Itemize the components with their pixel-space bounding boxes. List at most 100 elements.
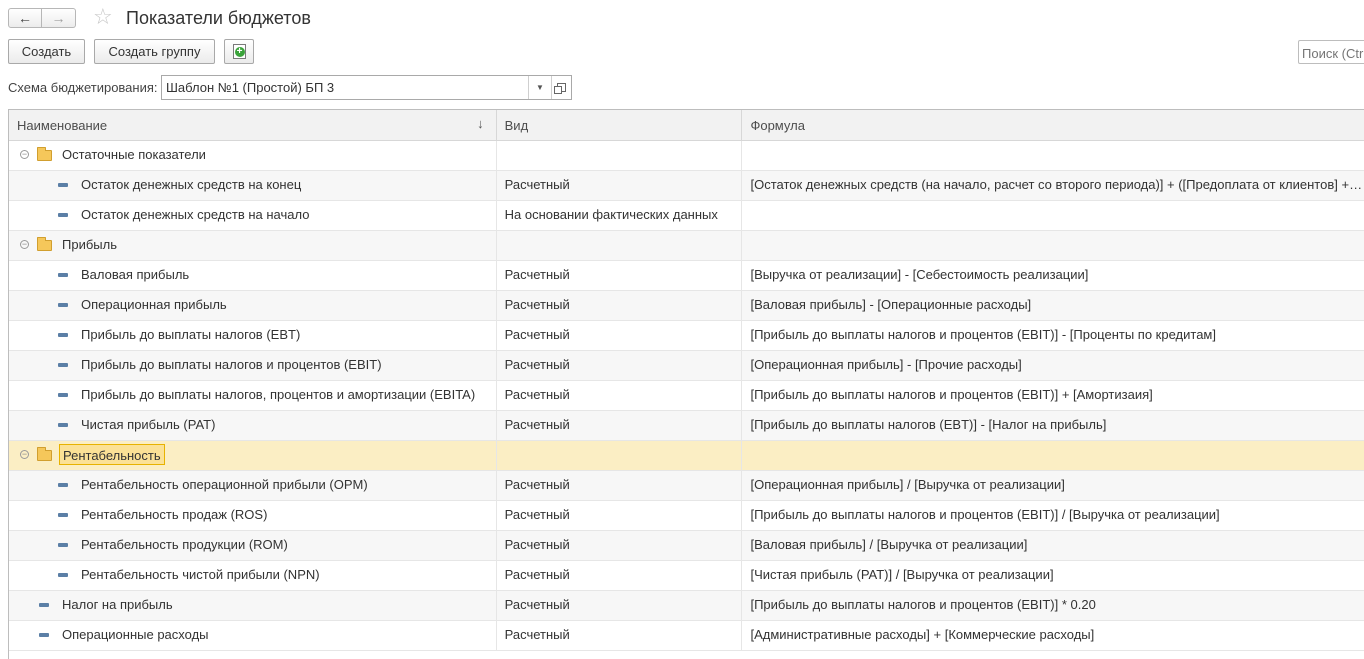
formula-cell[interactable]: [Остаток денежных средств (на начало, ра… — [742, 171, 1364, 200]
table-group-row[interactable]: − Остаточные показатели — [9, 141, 1364, 171]
name-cell[interactable]: Остаток денежных средств на конец — [9, 171, 497, 200]
schema-value[interactable]: Шаблон №1 (Простой) БП 3 — [162, 76, 528, 99]
column-header-type[interactable]: Вид — [497, 110, 743, 140]
name-cell[interactable]: Остаток денежных средств на начало — [9, 201, 497, 230]
formula-cell[interactable]: [Прибыль до выплаты налогов и процентов … — [742, 591, 1364, 620]
table-row[interactable]: Рентабельность чистой прибыли (NPN) Расче… — [9, 561, 1364, 591]
column-header-name-label: Наименование — [17, 118, 108, 133]
name-cell[interactable]: Чистая прибыль (PAT) — [9, 411, 497, 440]
type-cell[interactable]: Расчетный — [497, 621, 743, 650]
type-cell[interactable] — [497, 231, 743, 260]
name-cell[interactable]: Рентабельность чистой прибыли (NPN) — [9, 561, 497, 590]
formula-cell[interactable] — [742, 231, 1364, 260]
name-cell[interactable]: Прибыль до выплаты налогов (EBT) — [9, 321, 497, 350]
collapse-toggle-icon[interactable]: − — [20, 240, 29, 249]
forward-button[interactable]: → — [42, 8, 76, 28]
table-group-row[interactable]: − Прибыль — [9, 231, 1364, 261]
formula-cell[interactable]: [Прибыль до выплаты налогов и процентов … — [742, 321, 1364, 350]
folder-icon — [37, 447, 52, 461]
type-cell[interactable]: Расчетный — [497, 351, 743, 380]
formula-cell[interactable]: [Прибыль до выплаты налогов и процентов … — [742, 381, 1364, 410]
page-title: Показатели бюджетов — [126, 8, 311, 28]
formula-cell[interactable] — [742, 441, 1364, 470]
name-cell[interactable]: Валовая прибыль — [9, 261, 497, 290]
type-cell[interactable]: Расчетный — [497, 381, 743, 410]
copy-button[interactable] — [224, 39, 254, 64]
formula-cell[interactable] — [742, 201, 1364, 230]
table-row[interactable]: Операционная прибыль Расчетный [Валовая пр… — [9, 291, 1364, 321]
type-cell[interactable]: Расчетный — [497, 501, 743, 530]
type-cell[interactable]: Расчетный — [497, 261, 743, 290]
name-cell[interactable]: Прибыль до выплаты налогов и процентов (… — [9, 351, 497, 380]
type-cell[interactable] — [497, 441, 743, 470]
type-cell[interactable]: Расчетный — [497, 291, 743, 320]
search-input[interactable] — [1298, 40, 1364, 64]
row-name: Рентабельность чистой прибыли (NPN) — [81, 567, 320, 582]
collapse-toggle-icon[interactable]: − — [20, 150, 29, 159]
schema-dropdown-button[interactable]: ▼ — [528, 76, 551, 99]
row-name: Остаток денежных средств на начало — [81, 207, 310, 222]
row-name: Прибыль до выплаты налогов, процентов и … — [81, 387, 476, 402]
indicator-item-icon — [58, 513, 68, 517]
type-cell[interactable]: Расчетный — [497, 411, 743, 440]
formula-cell[interactable]: [Административные расходы] + [Коммерческ… — [742, 621, 1364, 650]
formula-cell[interactable]: [Операционная прибыль] - [Прочие расходы… — [742, 351, 1364, 380]
formula-cell[interactable]: [Операционная прибыль] / [Выручка от реа… — [742, 471, 1364, 500]
formula-cell[interactable]: [Валовая прибыль] - [Операционные расход… — [742, 291, 1364, 320]
name-cell[interactable]: Рентабельность операционной прибыли (OPM… — [9, 471, 497, 500]
table-row[interactable]: Остаток денежных средств на конец Расчетн… — [9, 171, 1364, 201]
table-row[interactable]: Прибыль до выплаты налогов и процентов (… — [9, 351, 1364, 381]
copy-icon — [232, 44, 246, 59]
name-cell[interactable]: Операционная прибыль — [9, 291, 497, 320]
name-cell[interactable]: Рентабельность продаж (ROS) — [9, 501, 497, 530]
type-cell[interactable]: Расчетный — [497, 561, 743, 590]
table-row[interactable]: Налог на прибыль Расчетный [Прибыль до вып… — [9, 591, 1364, 621]
open-window-icon — [554, 83, 566, 94]
formula-cell[interactable]: [Валовая прибыль] / [Выручка от реализац… — [742, 531, 1364, 560]
type-cell[interactable]: Расчетный — [497, 531, 743, 560]
indicator-item-icon — [58, 183, 68, 187]
name-cell[interactable]: − Прибыль — [9, 231, 497, 260]
formula-cell[interactable]: [Прибыль до выплаты налогов и процентов … — [742, 501, 1364, 530]
name-cell[interactable]: − Остаточные показатели — [9, 141, 497, 170]
table-group-row[interactable]: − Рентабельность — [9, 441, 1364, 471]
type-cell[interactable]: Расчетный — [497, 171, 743, 200]
formula-cell[interactable]: [Чистая прибыль (PAT)] / [Выручка от реа… — [742, 561, 1364, 590]
formula-cell[interactable]: [Выручка от реализации] - [Себестоимость… — [742, 261, 1364, 290]
name-cell[interactable]: Операционные расходы — [9, 621, 497, 650]
name-cell[interactable]: Налог на прибыль — [9, 591, 497, 620]
create-button[interactable]: Создать — [8, 39, 85, 64]
schema-select[interactable]: Шаблон №1 (Простой) БП 3 ▼ — [161, 75, 572, 100]
table-row[interactable]: Рентабельность продукции (ROM) Расчетный[… — [9, 531, 1364, 561]
column-header-name[interactable]: Наименование ↓ — [9, 110, 497, 140]
table-row[interactable]: Операционные расходы Расчетный [Администра… — [9, 621, 1364, 651]
table-row[interactable]: Рентабельность операционной прибыли (OPM… — [9, 471, 1364, 501]
table-row[interactable]: Рентабельность продаж (ROS) Расчетный [При… — [9, 501, 1364, 531]
back-button[interactable]: ← — [8, 8, 42, 28]
indicator-item-icon — [58, 483, 68, 487]
favorite-star-icon[interactable]: ☆ — [93, 5, 113, 29]
table-row[interactable]: Валовая прибыль Расчетный [Выручка от реал… — [9, 261, 1364, 291]
type-cell[interactable]: Расчетный — [497, 471, 743, 500]
column-header-formula[interactable]: Формула — [742, 110, 1364, 140]
collapse-toggle-icon[interactable]: − — [20, 450, 29, 459]
folder-icon — [37, 237, 52, 251]
indicator-item-icon — [39, 603, 49, 607]
schema-label: Схема бюджетирования: — [8, 80, 158, 95]
schema-open-button[interactable] — [551, 76, 571, 99]
name-cell[interactable]: Рентабельность продукции (ROM) — [9, 531, 497, 560]
formula-cell[interactable] — [742, 141, 1364, 170]
table-row[interactable]: Чистая прибыль (PAT) Расчетный [Прибыль до… — [9, 411, 1364, 441]
chevron-down-icon: ▼ — [536, 83, 544, 92]
table-row[interactable]: Прибыль до выплаты налогов (EBT) Расчетны… — [9, 321, 1364, 351]
name-cell[interactable]: − Рентабельность — [9, 441, 497, 470]
type-cell[interactable]: Расчетный — [497, 321, 743, 350]
type-cell[interactable] — [497, 141, 743, 170]
create-group-button[interactable]: Создать группу — [94, 39, 215, 64]
type-cell[interactable]: Расчетный — [497, 591, 743, 620]
name-cell[interactable]: Прибыль до выплаты налогов, процентов и … — [9, 381, 497, 410]
type-cell[interactable]: На основании фактических данных — [497, 201, 743, 230]
formula-cell[interactable]: [Прибыль до выплаты налогов (EBT)] - [На… — [742, 411, 1364, 440]
table-row[interactable]: Остаток денежных средств на начало На осн… — [9, 201, 1364, 231]
table-row[interactable]: Прибыль до выплаты налогов, процентов и … — [9, 381, 1364, 411]
